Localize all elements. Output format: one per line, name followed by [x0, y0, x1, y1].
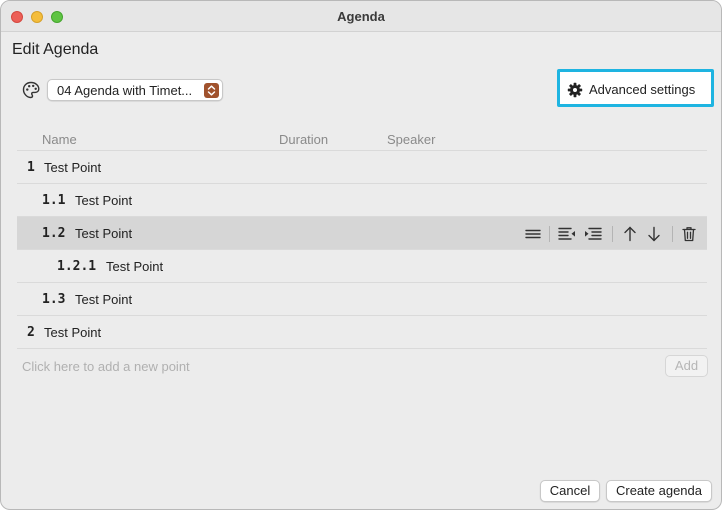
indent-icon[interactable] [583, 224, 603, 244]
row-title: Test Point [106, 259, 164, 274]
template-select[interactable]: 04 Agenda with Timet... [47, 79, 223, 101]
row-title: Test Point [44, 325, 102, 340]
cancel-button[interactable]: Cancel [540, 480, 600, 502]
new-point-input[interactable]: Click here to add a new point [22, 359, 190, 374]
agenda-row[interactable]: 1.3 Test Point [17, 283, 707, 316]
toolbar-separator [549, 226, 550, 242]
page-title: Edit Agenda [12, 41, 99, 58]
row-title: Test Point [75, 193, 133, 208]
toolbar-separator [672, 226, 673, 242]
agenda-row-selected[interactable]: 1.2 Test Point [17, 217, 707, 250]
template-select-value: 04 Agenda with Timet... [57, 83, 193, 98]
agenda-window: Agenda Edit Agenda 04 Agenda with Timet.… [0, 0, 722, 510]
row-number: 1 [27, 160, 35, 175]
column-header-duration: Duration [279, 132, 329, 147]
window-title: Agenda [337, 9, 385, 24]
chevron-up-down-icon [204, 83, 219, 98]
agenda-row[interactable]: 1.1 Test Point [17, 184, 707, 217]
drag-handle-icon[interactable] [523, 224, 543, 244]
move-down-icon[interactable] [644, 224, 664, 244]
column-header-speaker: Speaker [387, 132, 436, 147]
agenda-row[interactable]: 1.2.1 Test Point [17, 250, 707, 283]
row-number: 1.2 [42, 226, 66, 241]
create-agenda-button[interactable]: Create agenda [606, 480, 712, 502]
column-header-name: Name [42, 132, 77, 147]
row-number: 2 [27, 325, 35, 340]
row-number: 1.3 [42, 292, 66, 307]
advanced-settings-button[interactable]: Advanced settings [557, 69, 714, 107]
agenda-row[interactable]: 1 Test Point [17, 151, 707, 184]
row-title: Test Point [75, 226, 133, 241]
row-number: 1.1 [42, 193, 66, 208]
title-bar: Agenda [1, 1, 721, 32]
palette-icon[interactable] [21, 80, 41, 100]
row-title: Test Point [75, 292, 133, 307]
row-toolbar [523, 224, 703, 244]
row-title: Test Point [44, 160, 102, 175]
add-point-button[interactable]: Add [665, 355, 708, 377]
trash-icon[interactable] [679, 224, 699, 244]
move-up-icon[interactable] [620, 224, 640, 244]
advanced-settings-label: Advanced settings [589, 82, 696, 97]
gear-icon [567, 82, 583, 98]
outdent-icon[interactable] [557, 224, 577, 244]
toolbar-separator [612, 226, 613, 242]
row-number: 1.2.1 [57, 259, 97, 274]
agenda-row[interactable]: 2 Test Point [17, 316, 707, 349]
